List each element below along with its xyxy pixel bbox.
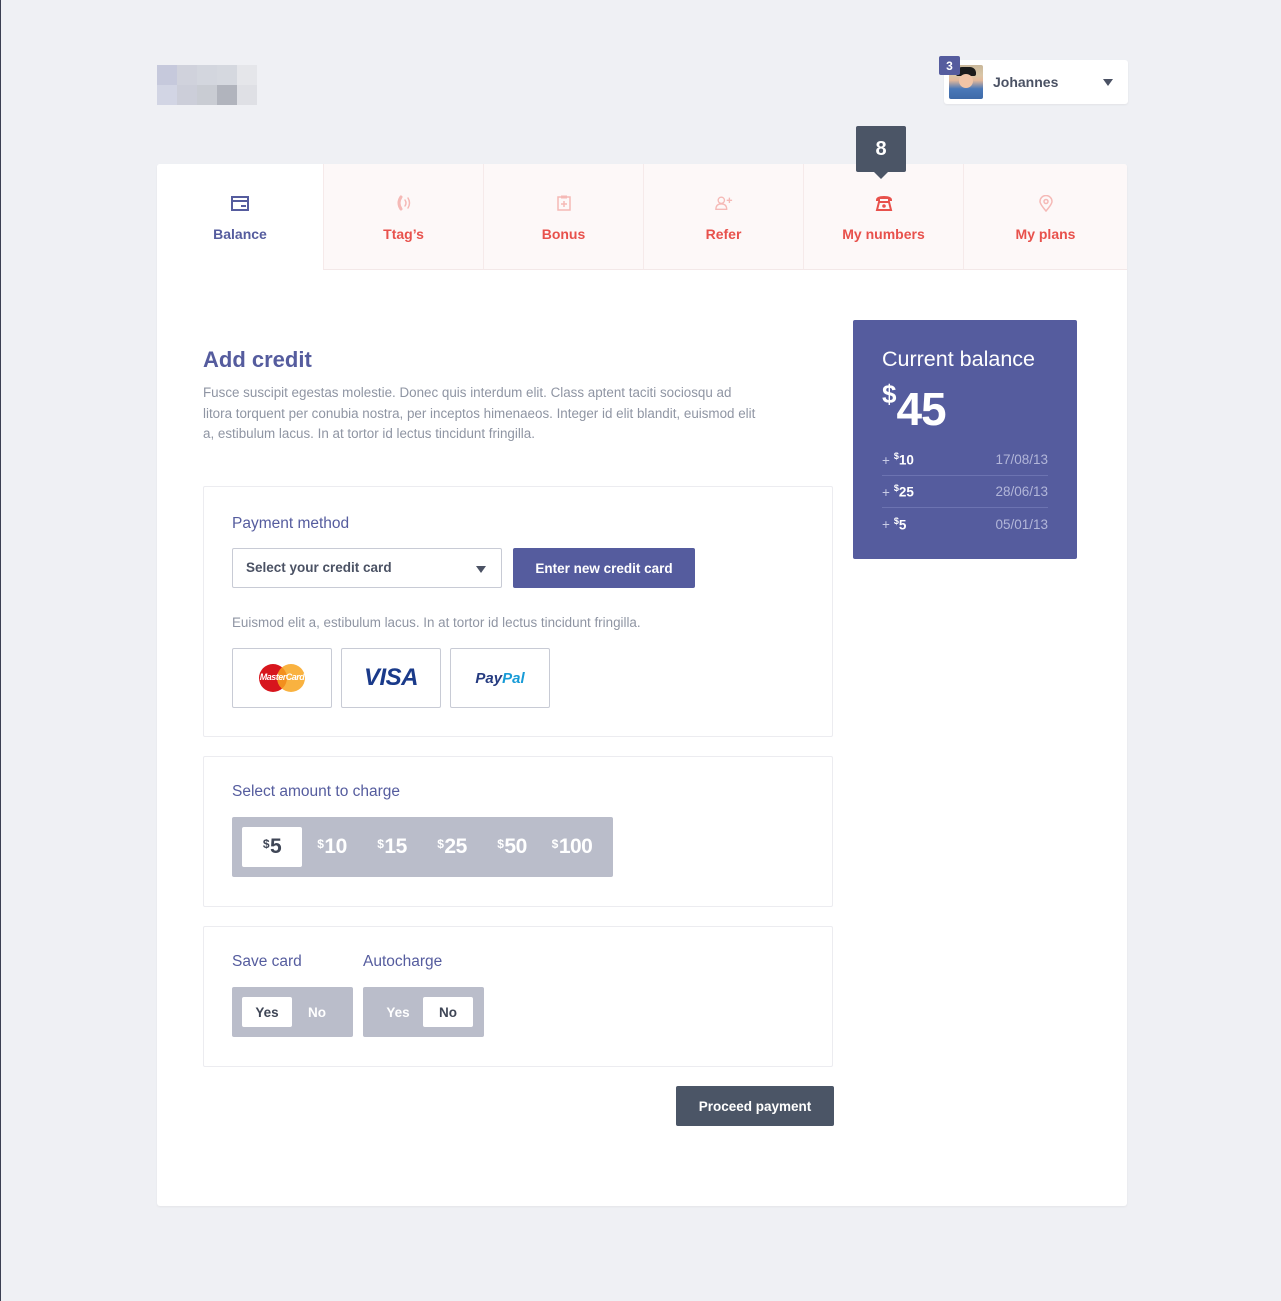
- tab-ttags[interactable]: Ttag’s: [323, 164, 483, 270]
- tab-bar: Balance Ttag’s Bonus Refer My numbers My…: [157, 164, 1127, 270]
- logo-pixel: [157, 65, 177, 85]
- enter-new-credit-card-button[interactable]: Enter new credit card: [513, 548, 695, 588]
- mastercard-logo-icon: MasterCard: [259, 664, 305, 692]
- tab-label: Balance: [213, 226, 267, 242]
- tab-bonus[interactable]: Bonus: [483, 164, 643, 270]
- clipboard-plus-icon: [555, 194, 573, 212]
- amount-option[interactable]: $25: [422, 827, 482, 867]
- payment-method-label: Payment method: [232, 515, 350, 532]
- tab-my-numbers[interactable]: My numbers: [803, 164, 963, 270]
- proceed-payment-button[interactable]: Proceed payment: [676, 1086, 834, 1126]
- history-amount: + $5: [882, 515, 907, 533]
- map-pin-icon: [1037, 194, 1055, 212]
- notification-badge[interactable]: 3: [939, 56, 960, 75]
- user-name: Johannes: [993, 74, 1059, 90]
- autocharge-toggle[interactable]: Yes No: [363, 987, 484, 1037]
- amount-option[interactable]: $15: [362, 827, 422, 867]
- paypal-option[interactable]: PayPal: [450, 648, 550, 708]
- my-numbers-count-tooltip: 8: [856, 126, 906, 179]
- paypal-logo-icon: PayPal: [475, 669, 525, 687]
- history-date: 17/08/13: [995, 452, 1048, 467]
- credit-card-select-value: Select your credit card: [246, 560, 392, 575]
- tab-refer[interactable]: Refer: [643, 164, 803, 270]
- amount-segmented-control: $5 $10 $15 $25 $50 $100: [232, 817, 613, 877]
- amount-panel: Select amount to charge $5 $10 $15 $25 $50 $1…: [203, 756, 833, 907]
- amount-option[interactable]: $5: [242, 827, 302, 867]
- chevron-down-icon: [1103, 79, 1113, 86]
- save-card-toggle[interactable]: Yes No: [232, 987, 353, 1037]
- amount-option[interactable]: $50: [482, 827, 542, 867]
- payment-method-note: Euismod elit a, estibulum lacus. In at t…: [232, 615, 641, 630]
- amount-option[interactable]: $100: [542, 827, 602, 867]
- visa-option[interactable]: VISA: [341, 648, 441, 708]
- logo-pixel: [177, 65, 197, 85]
- visa-logo-icon: VISA: [363, 664, 419, 691]
- autocharge-yes[interactable]: Yes: [373, 997, 423, 1027]
- balance-history: + $10 17/08/13 + $25 28/06/13 + $5 05/01/13: [882, 444, 1048, 540]
- balance-title: Current balance: [882, 347, 1035, 371]
- tab-label: My plans: [1015, 226, 1076, 242]
- amount-option[interactable]: $10: [302, 827, 362, 867]
- credit-card-icon: [231, 194, 249, 212]
- logo-pixel: [157, 85, 177, 105]
- user-plus-icon: [714, 194, 733, 212]
- tab-label: My numbers: [842, 226, 925, 242]
- payment-method-panel: Payment method Select your credit card E…: [203, 486, 833, 737]
- telephone-icon: [875, 194, 893, 212]
- history-amount: + $10: [882, 451, 914, 468]
- signal-tag-icon: [395, 194, 413, 212]
- logo-pixel: [237, 65, 257, 85]
- user-menu[interactable]: 3 Johannes: [939, 56, 1128, 104]
- history-amount: + $25: [882, 483, 914, 500]
- add-credit-title: Add credit: [203, 347, 312, 372]
- chevron-down-icon: [476, 566, 486, 573]
- tab-label: Refer: [705, 226, 742, 242]
- save-card-label: Save card: [232, 953, 302, 970]
- tab-my-plans[interactable]: My plans: [963, 164, 1127, 270]
- autocharge-label: Autocharge: [363, 953, 443, 970]
- logo-pixel: [237, 85, 257, 105]
- credit-card-select[interactable]: Select your credit card: [232, 548, 502, 588]
- tab-label: Ttag’s: [383, 226, 424, 242]
- amount-label: Select amount to charge: [232, 783, 401, 800]
- save-card-yes[interactable]: Yes: [242, 997, 292, 1027]
- card-options-panel: Save card Autocharge Yes No Yes No: [203, 926, 833, 1067]
- save-card-no[interactable]: No: [292, 997, 342, 1027]
- logo-pixel: [177, 85, 197, 105]
- logo[interactable]: [157, 65, 257, 105]
- balance-history-row: + $5 05/01/13: [882, 508, 1048, 540]
- logo-pixel: [197, 85, 217, 105]
- logo-pixel: [217, 85, 237, 105]
- logo-pixel: [217, 65, 237, 85]
- mastercard-option[interactable]: MasterCard: [232, 648, 332, 708]
- autocharge-no[interactable]: No: [423, 997, 473, 1027]
- main-card: Balance Ttag’s Bonus Refer My numbers My…: [157, 126, 1127, 1206]
- current-balance-card: Current balance $45 + $10 17/08/13 + $25 28/0…: [853, 320, 1077, 559]
- balance-amount: $45: [882, 378, 947, 435]
- history-date: 28/06/13: [995, 484, 1048, 499]
- history-date: 05/01/13: [995, 516, 1048, 532]
- tab-balance[interactable]: Balance: [157, 164, 323, 270]
- logo-pixel: [197, 65, 217, 85]
- balance-history-row: + $10 17/08/13: [882, 444, 1048, 476]
- balance-history-row: + $25 28/06/13: [882, 476, 1048, 508]
- add-credit-description: Fusce suscipit egestas molestie. Donec q…: [203, 385, 756, 441]
- tab-label: Bonus: [541, 226, 586, 242]
